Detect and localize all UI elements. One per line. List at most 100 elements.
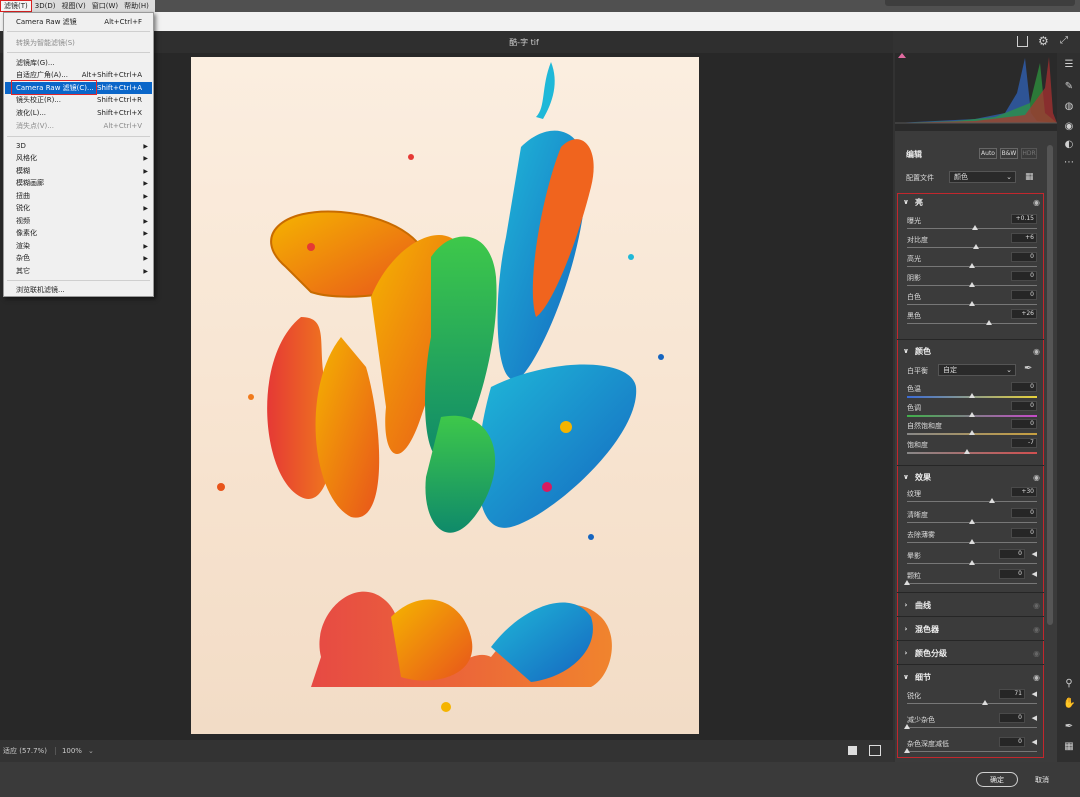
grid-icon[interactable]: ▦ — [1063, 741, 1075, 753]
slider-track[interactable] — [907, 323, 1037, 324]
slider-row[interactable]: 阴影 0 — [907, 271, 1037, 291]
auto-button[interactable]: Auto — [979, 148, 997, 159]
slider-value-input[interactable]: 0 — [999, 569, 1025, 579]
slider-value-input[interactable]: 0 — [999, 713, 1025, 723]
ok-button[interactable]: 确定 — [976, 772, 1018, 787]
slider-value-input[interactable]: -7 — [1011, 437, 1037, 448]
slider-value-input[interactable]: +0.15 — [1011, 214, 1037, 224]
slider-track[interactable] — [907, 451, 1037, 454]
menu-item-lens-correction[interactable]: 镜头校正(R)... Shift+Ctrl+R — [5, 94, 152, 106]
menu-item-3d[interactable]: 3D ▶ — [5, 140, 152, 152]
slider-thumb[interactable] — [904, 748, 910, 753]
hdr-button[interactable]: HDR — [1021, 148, 1037, 159]
slider-thumb[interactable] — [969, 263, 975, 268]
section-effects[interactable]: ∨ 效果 ◉ — [897, 467, 1044, 487]
menu-item-liquify[interactable]: 液化(L)... Shift+Ctrl+X — [5, 107, 152, 119]
slider-row[interactable]: 高光 0 — [907, 252, 1037, 272]
color-sampler-icon[interactable]: ✒ — [1063, 721, 1075, 733]
reset-arrow-icon[interactable]: ◀ — [1032, 690, 1037, 698]
slider-thumb[interactable] — [969, 559, 975, 565]
slider-row[interactable]: 饱和度 -7 — [907, 437, 1037, 458]
menu-item-stylize[interactable]: 风格化 ▶ — [5, 152, 152, 164]
section-curves[interactable]: › 曲线 ◉ — [897, 595, 1044, 615]
fit-zoom-label[interactable]: 适应 (57.7%) — [3, 746, 47, 756]
menu-item-blur-gallery[interactable]: 模糊画廊 ▶ — [5, 177, 152, 189]
slider-value-input[interactable]: 0 — [1011, 252, 1037, 262]
healing-icon[interactable]: ✎ — [1063, 81, 1075, 93]
section-detail[interactable]: ∨ 细节 ◉ — [897, 667, 1044, 687]
slider-row[interactable]: 色温 0 — [907, 382, 1037, 402]
slider-thumb[interactable] — [904, 580, 910, 585]
bw-button[interactable]: B&W — [1000, 148, 1018, 159]
slider-thumb[interactable] — [985, 320, 992, 325]
slider-value-input[interactable]: 0 — [1011, 528, 1037, 538]
slider-value-input[interactable]: 0 — [1011, 382, 1037, 392]
menu-item-render[interactable]: 渲染 ▶ — [5, 240, 152, 252]
fullscreen-icon[interactable]: ⤢ — [1060, 35, 1068, 46]
reset-arrow-icon[interactable]: ◀ — [1032, 550, 1037, 558]
slider-thumb[interactable] — [988, 498, 995, 503]
menu-item-noise[interactable]: 杂色 ▶ — [5, 252, 152, 264]
slider-row[interactable]: 晕影 0 ◀ — [907, 548, 1037, 569]
slider-track[interactable] — [907, 751, 1037, 752]
menu-item-filter-gallery[interactable]: 滤镜库(G)... — [5, 57, 152, 69]
slider-thumb[interactable] — [971, 225, 978, 230]
section-color-mixer[interactable]: › 混色器 ◉ — [897, 619, 1044, 639]
section-color-grading[interactable]: › 颜色分级 ◉ — [897, 643, 1044, 663]
slider-row[interactable]: 杂色深度减低 0 ◀ — [904, 737, 1037, 757]
save-icon[interactable] — [1017, 36, 1028, 47]
menu-item-other[interactable]: 其它 ▶ — [5, 265, 152, 277]
slider-row[interactable]: 去除薄雾 0 — [907, 528, 1037, 548]
slider-thumb[interactable] — [982, 700, 988, 705]
chevron-down-icon[interactable]: ⌄ — [88, 747, 94, 755]
before-after-icon[interactable] — [848, 746, 857, 755]
zoom-icon[interactable]: ⚲ — [1063, 678, 1075, 690]
white-balance-select[interactable]: 自定 ⌄ — [938, 364, 1016, 376]
slider-row[interactable]: 纹理 +30 — [907, 487, 1037, 507]
slider-value-input[interactable]: 0 — [999, 737, 1025, 747]
slider-row[interactable]: 黑色 +26 — [907, 309, 1037, 329]
slider-value-input[interactable]: +26 — [1011, 309, 1037, 319]
menu-help[interactable]: 帮助(H) — [121, 1, 152, 11]
slider-thumb[interactable] — [969, 282, 975, 287]
slider-value-input[interactable]: 0 — [1011, 419, 1037, 429]
mask-icon[interactable]: ◍ — [1063, 101, 1075, 113]
section-light[interactable]: ∨ 亮 ◉ — [897, 192, 1044, 212]
cancel-button[interactable]: 取消 — [1035, 772, 1055, 787]
reset-arrow-icon[interactable]: ◀ — [1032, 738, 1037, 746]
slider-value-input[interactable]: +6 — [1011, 233, 1037, 243]
slider-track[interactable] — [907, 583, 1037, 584]
slider-track[interactable] — [907, 727, 1037, 728]
menu-item-sharpen[interactable]: 锐化 ▶ — [5, 202, 152, 214]
slider-thumb[interactable] — [969, 411, 975, 417]
menu-window[interactable]: 窗口(W) — [89, 1, 121, 11]
menu-filter[interactable]: 滤镜(T) — [0, 0, 32, 12]
profile-browser-icon[interactable]: ▦ — [1025, 172, 1034, 182]
slider-value-input[interactable]: 0 — [999, 548, 1025, 559]
slider-row[interactable]: 自然饱和度 0 — [907, 419, 1037, 439]
eyedropper-icon[interactable]: ✒ — [1024, 363, 1032, 374]
slider-thumb[interactable] — [972, 244, 979, 249]
slider-thumb[interactable] — [969, 430, 975, 435]
reset-arrow-icon[interactable]: ◀ — [1032, 714, 1037, 722]
slider-thumb[interactable] — [969, 301, 975, 306]
slider-track[interactable] — [907, 501, 1037, 502]
redeye-icon[interactable]: ◉ — [1063, 121, 1075, 133]
slider-row[interactable]: 对比度 +6 — [907, 233, 1037, 253]
panel-scrollbar[interactable] — [1047, 145, 1053, 625]
slider-value-input[interactable]: 0 — [1011, 290, 1037, 300]
slider-value-input[interactable]: 71 — [999, 689, 1025, 699]
menu-item-pixelate[interactable]: 像素化 ▶ — [5, 227, 152, 239]
slider-row[interactable]: 白色 0 — [907, 290, 1037, 310]
slider-thumb[interactable] — [969, 393, 975, 398]
gear-icon[interactable]: ⚙ — [1038, 34, 1049, 48]
profile-select[interactable]: 颜色 ⌄ — [949, 171, 1016, 183]
menu-item-camera-raw-last[interactable]: Camera Raw 滤镜 Alt+Ctrl+F — [5, 16, 152, 28]
reset-arrow-icon[interactable]: ◀ — [1032, 570, 1037, 578]
slider-thumb[interactable] — [969, 539, 975, 544]
slider-thumb[interactable] — [963, 448, 970, 454]
compare-icon[interactable] — [869, 745, 881, 756]
slider-thumb[interactable] — [904, 724, 910, 729]
zoom-select[interactable]: 100% — [54, 747, 82, 755]
slider-value-input[interactable]: 0 — [1011, 507, 1037, 518]
